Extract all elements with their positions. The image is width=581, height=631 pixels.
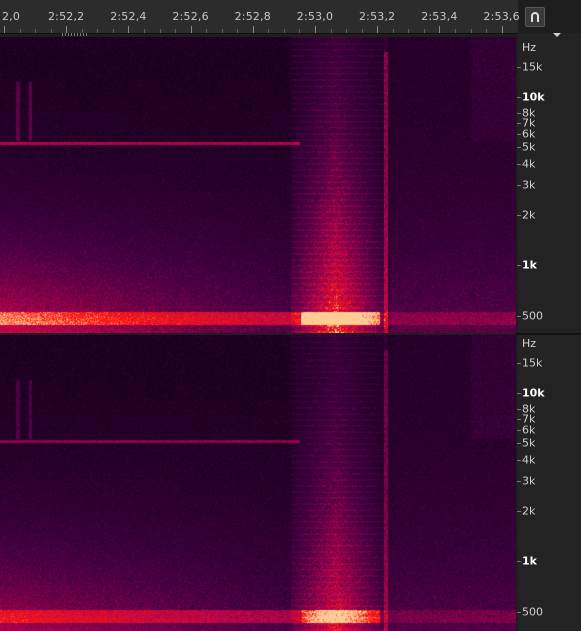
- time-tick-minor: [330, 29, 332, 33]
- frequency-label: 10k: [522, 90, 545, 104]
- time-tick-label: 2:53,0: [296, 10, 334, 23]
- time-tick-minor: [237, 29, 239, 33]
- frequency-label: 500: [522, 605, 543, 619]
- time-tick-minor: [221, 29, 223, 33]
- frequency-tick: [517, 561, 521, 563]
- frequency-label: 15k: [522, 60, 543, 74]
- channel-divider: [516, 333, 581, 335]
- time-tick-label: 2:53,2: [358, 10, 396, 23]
- frequency-label: 500: [522, 309, 543, 323]
- frequency-tick: [517, 122, 521, 124]
- time-tick-mark: [252, 26, 254, 33]
- frequency-tick: [517, 316, 521, 317]
- frequency-tick: [517, 418, 521, 420]
- frequency-label: 4k: [522, 453, 536, 467]
- snap-toggle-button[interactable]: [525, 7, 545, 27]
- time-tick-minor: [470, 29, 472, 33]
- time-tick-mark: [190, 26, 192, 33]
- time-tick-minor: [97, 29, 99, 33]
- time-tick-minor: [175, 29, 177, 33]
- frequency-tick: [517, 184, 521, 186]
- frequency-label: 6k: [522, 423, 536, 437]
- time-tick-mark: [439, 26, 441, 33]
- time-tick-mark: [501, 26, 503, 33]
- frequency-tick: [517, 96, 521, 98]
- frequency-tick: [517, 214, 521, 216]
- frequency-label: 3k: [522, 178, 536, 192]
- spectrogram-canvas[interactable]: [0, 335, 516, 631]
- frequency-tick: [517, 480, 521, 482]
- time-tick-minor: [486, 29, 488, 33]
- frequency-tick: [517, 409, 521, 411]
- frequency-tick: [517, 265, 521, 267]
- chevron-down-icon[interactable]: [553, 33, 561, 37]
- spectrogram-canvas[interactable]: [0, 37, 516, 333]
- time-tick-minor: [19, 29, 21, 33]
- frequency-tick: [517, 430, 521, 432]
- time-tick-minor: [392, 29, 394, 33]
- time-tick-mark: [128, 26, 130, 33]
- frequency-label: 1k: [522, 554, 537, 568]
- time-tick-mark: [4, 26, 5, 33]
- frequency-label: 3k: [522, 474, 536, 488]
- time-tick-minor: [423, 29, 425, 33]
- time-tick-minor: [299, 29, 301, 33]
- frequency-label: 4k: [522, 157, 536, 171]
- time-tick-minor: [361, 29, 363, 33]
- spectrogram-channel-right[interactable]: [0, 335, 516, 631]
- frequency-tick: [517, 459, 521, 461]
- time-tick-label: 2:53,6: [483, 10, 520, 23]
- magnet-icon: [531, 12, 539, 22]
- time-tick-minor: [408, 29, 410, 33]
- frequency-label: 5k: [522, 436, 536, 450]
- time-tick-minor: [283, 29, 285, 33]
- frequency-label: 2k: [522, 504, 536, 517]
- frequency-tick: [517, 113, 521, 115]
- frequency-tick: [517, 147, 521, 149]
- timeline-ruler[interactable]: 2,0 2:52,2 2:52,4 2:52,6 2:52,8 2:53,0 2:53,2 2…: [0, 0, 520, 34]
- time-tick-minor: [454, 29, 456, 33]
- time-tick-label: 2:53,4: [421, 10, 458, 23]
- frequency-label: 1k: [522, 258, 537, 272]
- frequency-label: 10k: [522, 386, 545, 400]
- time-tick-minor: [35, 29, 37, 33]
- frequency-tick: [517, 163, 521, 165]
- time-tick-label: 2:52,6: [172, 10, 209, 23]
- frequency-tick: [517, 363, 521, 364]
- time-tick-minor: [346, 29, 348, 33]
- frequency-tick: [517, 392, 521, 394]
- frequency-tick: [517, 443, 521, 445]
- frequency-label: 6k: [522, 127, 536, 141]
- time-tick-minor: [50, 29, 52, 33]
- frequency-label: 2k: [522, 208, 536, 221]
- frequency-tick: [517, 67, 521, 68]
- time-tick-label: 2,0: [1, 10, 21, 23]
- frequency-label: 15k: [522, 356, 543, 370]
- frequency-tick: [517, 134, 521, 136]
- time-tick-mark: [315, 26, 316, 33]
- time-tick-minor: [143, 29, 145, 33]
- time-tick-minor: [268, 29, 270, 33]
- hz-unit-label: Hz: [522, 337, 537, 350]
- hz-unit-label: Hz: [522, 41, 537, 54]
- time-tick-minor: [206, 29, 208, 33]
- time-tick-minor: [112, 29, 114, 33]
- time-tick-label: 2:52,2: [47, 10, 85, 23]
- time-tick-mark: [377, 26, 379, 33]
- frequency-label: 5k: [522, 140, 536, 154]
- time-tick-label: 2:52,8: [234, 10, 271, 23]
- scroll-grip[interactable]: [62, 33, 88, 36]
- time-tick-mark: [66, 26, 68, 33]
- spectrogram-channel-left[interactable]: [0, 37, 516, 333]
- time-tick-label: 2:52,4: [110, 10, 147, 23]
- frequency-tick: [517, 510, 521, 512]
- time-tick-minor: [159, 29, 161, 33]
- frequency-tick: [517, 612, 521, 613]
